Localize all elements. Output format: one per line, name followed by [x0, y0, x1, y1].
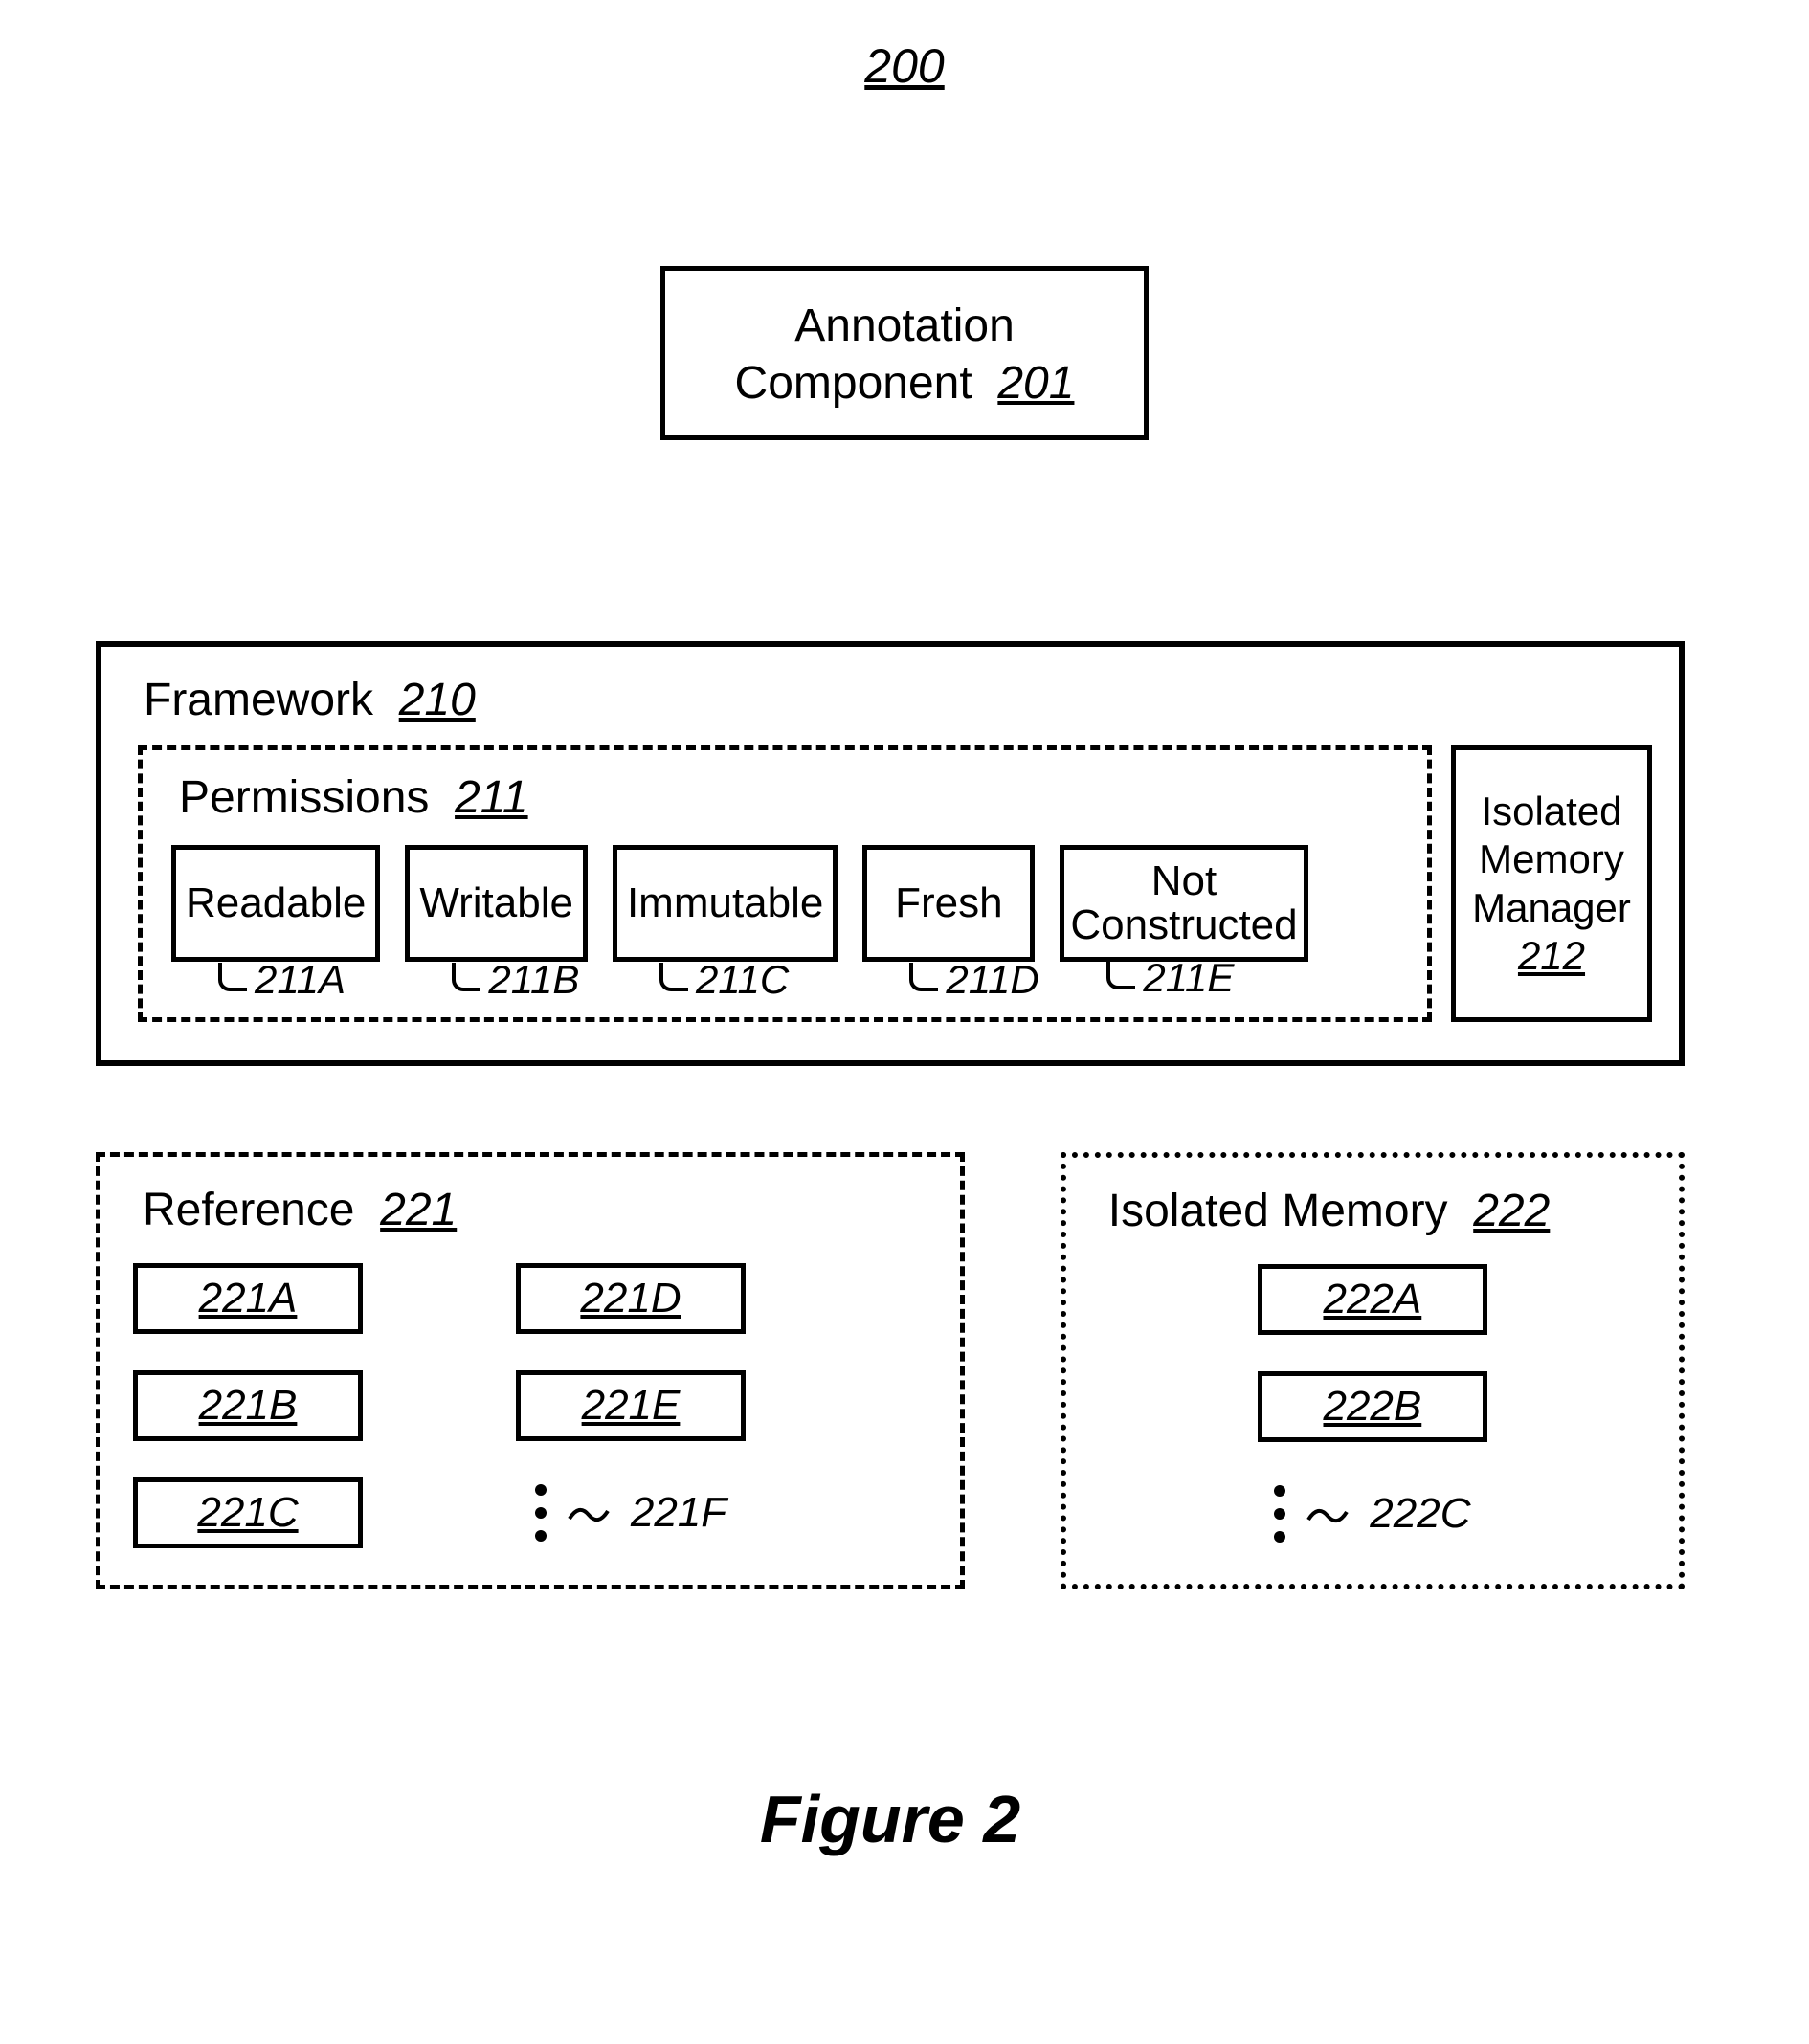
- permission-readable-label: Readable: [186, 879, 366, 927]
- isolated-memory-cell-label: 222A: [1323, 1276, 1421, 1323]
- permission-immutable-ref: 211C: [659, 957, 789, 1003]
- framework-header: Framework 210: [144, 674, 1652, 726]
- reference-label: Reference: [143, 1185, 354, 1235]
- isolated-memory-cell: 222B: [1258, 1371, 1487, 1442]
- isolated-memory-cell: 222A: [1258, 1264, 1487, 1335]
- permission-immutable: Immutable 211C: [613, 845, 838, 962]
- reference-cell-label: 221E: [582, 1382, 681, 1430]
- figure-caption: Figure 2: [96, 1781, 1685, 1857]
- reference-cell: 221A: [133, 1263, 363, 1334]
- isolated-memory-header: Isolated Memory 222: [1108, 1185, 1646, 1237]
- reference-cell: 221E: [516, 1370, 746, 1441]
- lead-line-icon: [568, 1501, 610, 1524]
- permission-readable: Readable 211A: [171, 845, 380, 962]
- isolated-memory-box: Isolated Memory 222 222A 222B 222C: [1061, 1152, 1685, 1589]
- isolated-memory-label: Isolated Memory: [1108, 1186, 1448, 1236]
- reference-cell-label: 221B: [199, 1382, 298, 1430]
- imm-line3: Manager: [1472, 885, 1631, 930]
- permission-not-constructed-ref: 211E: [1106, 957, 1234, 999]
- reference-box: Reference 221 221A 221B 221C 221D 221E 2…: [96, 1152, 965, 1589]
- permission-readable-ref: 211A: [218, 957, 346, 1003]
- framework-box: Framework 210 Permissions 211 Readable 2…: [96, 641, 1685, 1066]
- reference-ref: 221: [380, 1185, 457, 1235]
- permission-fresh-label: Fresh: [895, 879, 1002, 927]
- permissions-label: Permissions: [179, 772, 429, 823]
- reference-header: Reference 221: [143, 1184, 927, 1236]
- permission-writable-ref: 211B: [452, 957, 579, 1003]
- reference-ellipsis-ref: 221F: [631, 1489, 726, 1537]
- permission-not-constructed-label: Not Constructed: [1070, 859, 1297, 947]
- reference-cell-label: 221C: [197, 1489, 298, 1537]
- lead-line-icon: [1306, 1502, 1349, 1525]
- reference-cell: 221C: [133, 1477, 363, 1548]
- reference-cell-label: 221D: [580, 1275, 681, 1322]
- reference-ellipsis: 221F: [516, 1477, 746, 1548]
- reference-cell: 221D: [516, 1263, 746, 1334]
- vertical-ellipsis-icon: [1274, 1485, 1285, 1543]
- annotation-component-box: AnnotationComponent 201: [660, 266, 1149, 440]
- permissions-ref: 211: [455, 772, 528, 823]
- isolated-memory-cell-label: 222B: [1323, 1383, 1421, 1431]
- permission-not-constructed: Not Constructed 211E: [1060, 845, 1307, 962]
- imm-ref: 212: [1518, 933, 1585, 978]
- permission-immutable-label: Immutable: [627, 879, 823, 927]
- permissions-header: Permissions 211: [179, 771, 1406, 824]
- reference-cell-label: 221A: [199, 1275, 298, 1322]
- isolated-memory-manager-box: Isolated Memory Manager 212: [1451, 745, 1652, 1022]
- framework-label: Framework: [144, 675, 373, 725]
- isolated-memory-ref: 222: [1473, 1186, 1550, 1236]
- vertical-ellipsis-icon: [535, 1484, 547, 1542]
- permission-fresh: Fresh 211D: [862, 845, 1035, 962]
- imm-line1: Isolated: [1481, 789, 1621, 833]
- framework-ref: 210: [399, 675, 476, 725]
- imm-line2: Memory: [1479, 836, 1624, 881]
- isolated-memory-ellipsis: 222C: [1258, 1478, 1487, 1549]
- permissions-box: Permissions 211 Readable 211A Writable 2…: [138, 745, 1432, 1022]
- permission-writable-label: Writable: [419, 879, 573, 927]
- reference-cell: 221B: [133, 1370, 363, 1441]
- isolated-memory-ellipsis-ref: 222C: [1370, 1490, 1470, 1538]
- permission-writable: Writable 211B: [405, 845, 588, 962]
- diagram-ref: 200: [96, 38, 1713, 94]
- permission-fresh-ref: 211D: [909, 957, 1038, 1003]
